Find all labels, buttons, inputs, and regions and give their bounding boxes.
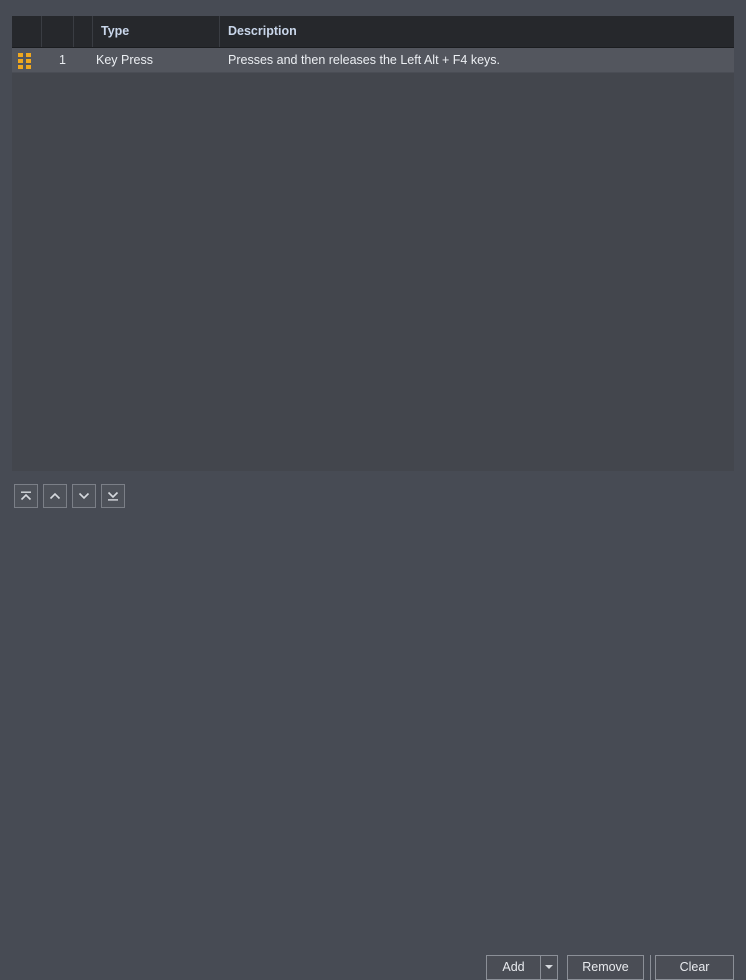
move-down-button[interactable] — [72, 484, 96, 508]
chevron-up-bar-icon — [20, 491, 32, 501]
column-header-description[interactable]: Description — [220, 16, 734, 47]
column-header-number[interactable] — [42, 16, 74, 47]
row-drag-cell[interactable] — [12, 48, 42, 72]
column-header-drag[interactable] — [12, 16, 42, 47]
move-to-bottom-button[interactable] — [101, 484, 125, 508]
caret-down-icon — [545, 964, 553, 969]
chevron-down-bar-icon — [107, 491, 119, 501]
move-up-button[interactable] — [43, 484, 67, 508]
clear-button[interactable]: Clear — [655, 955, 734, 980]
row-type: Key Press — [96, 53, 153, 67]
column-header-icon[interactable] — [74, 16, 93, 47]
row-icon-cell — [74, 48, 93, 72]
row-description: Presses and then releases the Left Alt +… — [228, 53, 501, 67]
grid-header-row: Type Description — [12, 16, 734, 48]
activity-list-panel: Type Description 1 Key Press Presses and… — [12, 16, 734, 471]
grid-body: 1 Key Press Presses and then releases th… — [12, 48, 734, 471]
list-toolbar: Add Remove Clear — [0, 471, 746, 980]
chevron-up-icon — [49, 492, 61, 500]
row-number: 1 — [59, 53, 66, 67]
remove-button[interactable]: Remove — [567, 955, 644, 980]
drag-handle-icon[interactable] — [18, 53, 31, 69]
move-to-top-button[interactable] — [14, 484, 38, 508]
add-dropdown-button[interactable] — [540, 955, 558, 980]
table-row[interactable]: 1 Key Press Presses and then releases th… — [12, 48, 734, 73]
add-button[interactable]: Add — [486, 955, 540, 980]
toolbar-separator — [650, 955, 651, 980]
chevron-down-icon — [78, 492, 90, 500]
column-header-type[interactable]: Type — [93, 16, 220, 47]
